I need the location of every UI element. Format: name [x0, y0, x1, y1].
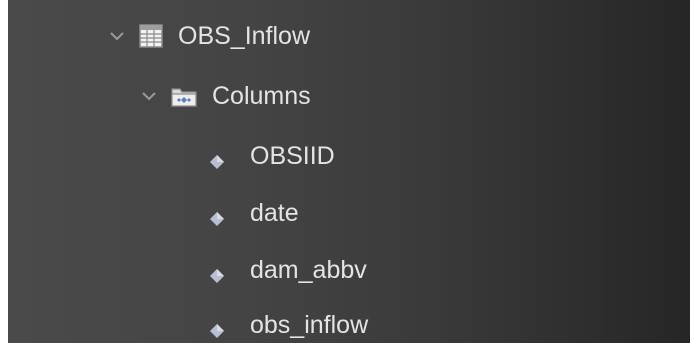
column-name-label: OBSIID [250, 142, 335, 170]
column-name-label: date [250, 199, 299, 227]
column-diamond-icon [208, 210, 226, 228]
column-diamond-icon [208, 322, 226, 340]
chevron-down-icon[interactable] [138, 85, 160, 107]
column-diamond-icon [208, 153, 226, 171]
schema-tree-panel: OBS_Inflow Columns OBSIID date dam_abbv … [8, 0, 690, 343]
tree-node-column[interactable]: dam_abbv [208, 250, 367, 290]
tree-node-column[interactable]: obs_inflow [208, 305, 368, 343]
columns-folder-label: Columns [212, 82, 311, 110]
tree-node-columns-folder[interactable]: Columns [138, 76, 311, 116]
tree-node-table-obs-inflow[interactable]: OBS_Inflow [106, 16, 310, 56]
folder-icon [170, 83, 198, 109]
table-name-label: OBS_Inflow [178, 22, 311, 50]
chevron-down-icon[interactable] [106, 25, 128, 47]
tree-node-column[interactable]: date [208, 193, 299, 233]
table-icon [138, 23, 164, 49]
tree-node-column[interactable]: OBSIID [208, 136, 335, 176]
column-name-label: obs_inflow [250, 311, 369, 339]
column-diamond-icon [208, 267, 226, 285]
column-name-label: dam_abbv [250, 256, 367, 284]
